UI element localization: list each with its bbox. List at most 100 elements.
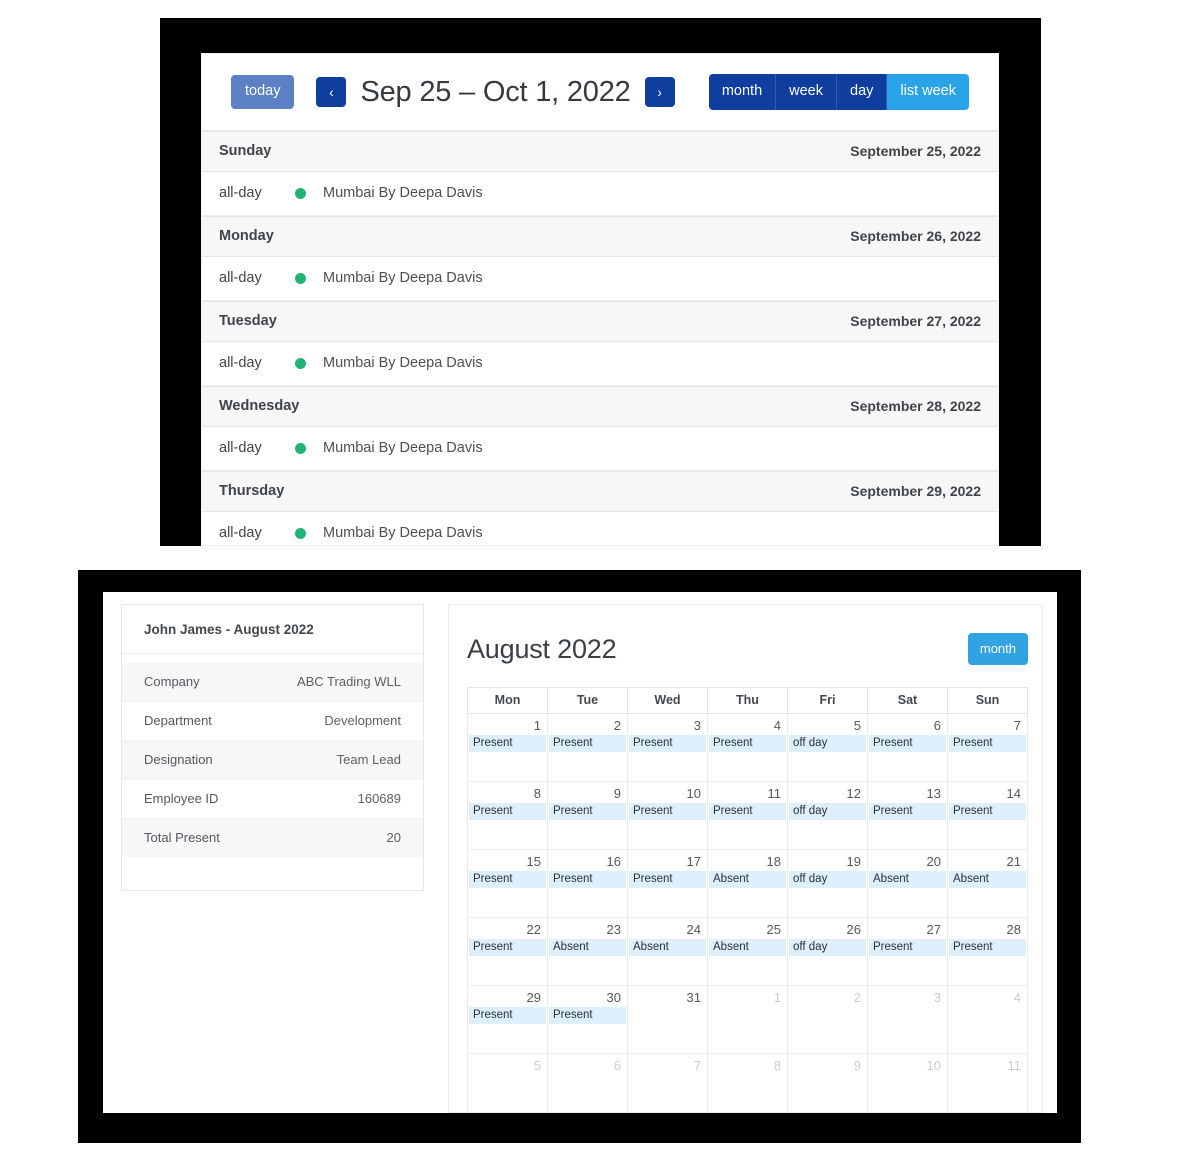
calendar-day-cell[interactable]: 8: [707, 1053, 788, 1112]
attendance-status-chip[interactable]: Present: [469, 803, 546, 820]
calendar-day-cell[interactable]: 12 off day: [787, 781, 868, 850]
list-day-date: September 29, 2022: [850, 483, 981, 499]
calendar-day-cell[interactable]: 4 Present: [707, 713, 788, 782]
attendance-status-chip[interactable]: Present: [549, 735, 626, 752]
calendar-day-cell[interactable]: 17 Present: [627, 849, 708, 918]
event-status-dot-icon: [295, 527, 306, 539]
list-event-row[interactable]: all-day Mumbai By Deepa Davis: [202, 512, 998, 545]
calendar-day-cell[interactable]: 25 Absent: [707, 917, 788, 986]
calendar-day-cell[interactable]: 7: [627, 1053, 708, 1112]
calendar-day-cell[interactable]: 1: [707, 985, 788, 1054]
attendance-status-chip[interactable]: Present: [949, 735, 1026, 752]
list-day-date: September 26, 2022: [850, 228, 981, 244]
calendar-day-cell[interactable]: 18 Absent: [707, 849, 788, 918]
attendance-status-chip[interactable]: Present: [869, 939, 946, 956]
attendance-status-chip[interactable]: Present: [629, 803, 706, 820]
prev-period-button[interactable]: ‹: [316, 77, 347, 107]
calendar-day-number: 15: [526, 854, 541, 869]
list-event-row[interactable]: all-day Mumbai By Deepa Davis: [202, 172, 998, 216]
list-day-date: September 27, 2022: [850, 313, 981, 329]
employee-info-card: John James - August 2022 Company ABC Trad…: [121, 604, 424, 891]
calendar-day-cell[interactable]: 15 Present: [467, 849, 548, 918]
calendar-day-cell[interactable]: 1 Present: [467, 713, 548, 782]
calendar-day-cell[interactable]: 2: [787, 985, 868, 1054]
calendar-day-number: 5: [853, 718, 861, 733]
calendar-day-cell[interactable]: 13 Present: [867, 781, 948, 850]
calendar-day-cell[interactable]: 5 off day: [787, 713, 868, 782]
calendar-day-cell[interactable]: 3 Present: [627, 713, 708, 782]
calendar-day-cell[interactable]: 28 Present: [947, 917, 1028, 986]
attendance-status-chip[interactable]: Present: [469, 939, 546, 956]
month-view-button[interactable]: month: [967, 633, 1028, 665]
attendance-status-chip[interactable]: Present: [949, 803, 1026, 820]
attendance-status-chip[interactable]: Absent: [869, 871, 946, 888]
calendar-day-cell[interactable]: 19 off day: [787, 849, 868, 918]
calendar-day-number: 30: [606, 990, 621, 1005]
attendance-status-chip[interactable]: Present: [549, 803, 626, 820]
attendance-status-chip[interactable]: off day: [789, 803, 866, 820]
view-button-list-week[interactable]: list week: [887, 74, 969, 110]
attendance-status-chip[interactable]: off day: [789, 735, 866, 752]
list-event-row[interactable]: all-day Mumbai By Deepa Davis: [202, 257, 998, 301]
calendar-day-cell[interactable]: 5: [467, 1053, 548, 1112]
attendance-status-chip[interactable]: Present: [469, 871, 546, 888]
event-title: Mumbai By Deepa Davis: [323, 525, 483, 541]
employee-info-row: Department Development: [122, 701, 423, 741]
calendar-week-row: 22 Present 23 Absent 24 Absent 25 Absent 26 off d…: [467, 917, 1028, 986]
calendar-day-cell[interactable]: 10: [867, 1053, 948, 1112]
calendar-day-cell[interactable]: 27 Present: [867, 917, 948, 986]
attendance-status-chip[interactable]: Present: [629, 871, 706, 888]
list-day-weekday: Thursday: [219, 483, 285, 499]
calendar-day-cell[interactable]: 11: [947, 1053, 1028, 1112]
attendance-status-chip[interactable]: Present: [469, 1007, 546, 1024]
attendance-status-chip[interactable]: Present: [469, 735, 546, 752]
calendar-day-cell[interactable]: 11 Present: [707, 781, 788, 850]
view-button-month[interactable]: month: [708, 74, 777, 110]
attendance-status-chip[interactable]: Present: [709, 735, 786, 752]
list-event-row[interactable]: all-day Mumbai By Deepa Davis: [202, 342, 998, 386]
attendance-status-chip[interactable]: Present: [949, 939, 1026, 956]
calendar-day-cell[interactable]: 30 Present: [547, 985, 628, 1054]
attendance-status-chip[interactable]: Present: [549, 1007, 626, 1024]
calendar-day-cell[interactable]: 26 off day: [787, 917, 868, 986]
calendar-day-cell[interactable]: 7 Present: [947, 713, 1028, 782]
calendar-day-cell[interactable]: 4: [947, 985, 1028, 1054]
attendance-status-chip[interactable]: off day: [789, 939, 866, 956]
attendance-status-chip[interactable]: Present: [709, 803, 786, 820]
calendar-day-cell[interactable]: 9: [787, 1053, 868, 1112]
calendar-day-cell[interactable]: 20 Absent: [867, 849, 948, 918]
calendar-day-cell[interactable]: 2 Present: [547, 713, 628, 782]
attendance-status-chip[interactable]: Absent: [949, 871, 1026, 888]
calendar-day-number: 2: [853, 990, 861, 1005]
calendar-day-cell[interactable]: 24 Absent: [627, 917, 708, 986]
attendance-status-chip[interactable]: Present: [549, 871, 626, 888]
month-calendar-card: August 2022 month Mon Tue Wed Thu Fri Sat Sun …: [448, 604, 1043, 1113]
attendance-status-chip[interactable]: Absent: [709, 939, 786, 956]
calendar-day-cell[interactable]: 3: [867, 985, 948, 1054]
calendar-day-cell[interactable]: 31: [627, 985, 708, 1054]
calendar-day-cell[interactable]: 16 Present: [547, 849, 628, 918]
list-event-row[interactable]: all-day Mumbai By Deepa Davis: [202, 427, 998, 471]
calendar-day-cell[interactable]: 9 Present: [547, 781, 628, 850]
view-button-week[interactable]: week: [776, 74, 837, 110]
calendar-day-cell[interactable]: 8 Present: [467, 781, 548, 850]
calendar-day-cell[interactable]: 10 Present: [627, 781, 708, 850]
calendar-day-cell[interactable]: 14 Present: [947, 781, 1028, 850]
today-button[interactable]: today: [231, 75, 295, 109]
calendar-day-cell[interactable]: 6: [547, 1053, 628, 1112]
calendar-day-cell[interactable]: 21 Absent: [947, 849, 1028, 918]
attendance-status-chip[interactable]: Present: [629, 735, 706, 752]
next-period-button[interactable]: ›: [644, 77, 675, 107]
attendance-status-chip[interactable]: Present: [869, 803, 946, 820]
attendance-status-chip[interactable]: Absent: [629, 939, 706, 956]
view-button-day[interactable]: day: [837, 74, 888, 110]
attendance-status-chip[interactable]: Present: [869, 735, 946, 752]
calendar-day-cell[interactable]: 29 Present: [467, 985, 548, 1054]
attendance-status-chip[interactable]: Absent: [709, 871, 786, 888]
attendance-status-chip[interactable]: Absent: [549, 939, 626, 956]
attendance-status-chip[interactable]: off day: [789, 871, 866, 888]
calendar-day-cell[interactable]: 6 Present: [867, 713, 948, 782]
calendar-day-cell[interactable]: 23 Absent: [547, 917, 628, 986]
weekday-header-tue: Tue: [547, 687, 628, 714]
calendar-day-cell[interactable]: 22 Present: [467, 917, 548, 986]
